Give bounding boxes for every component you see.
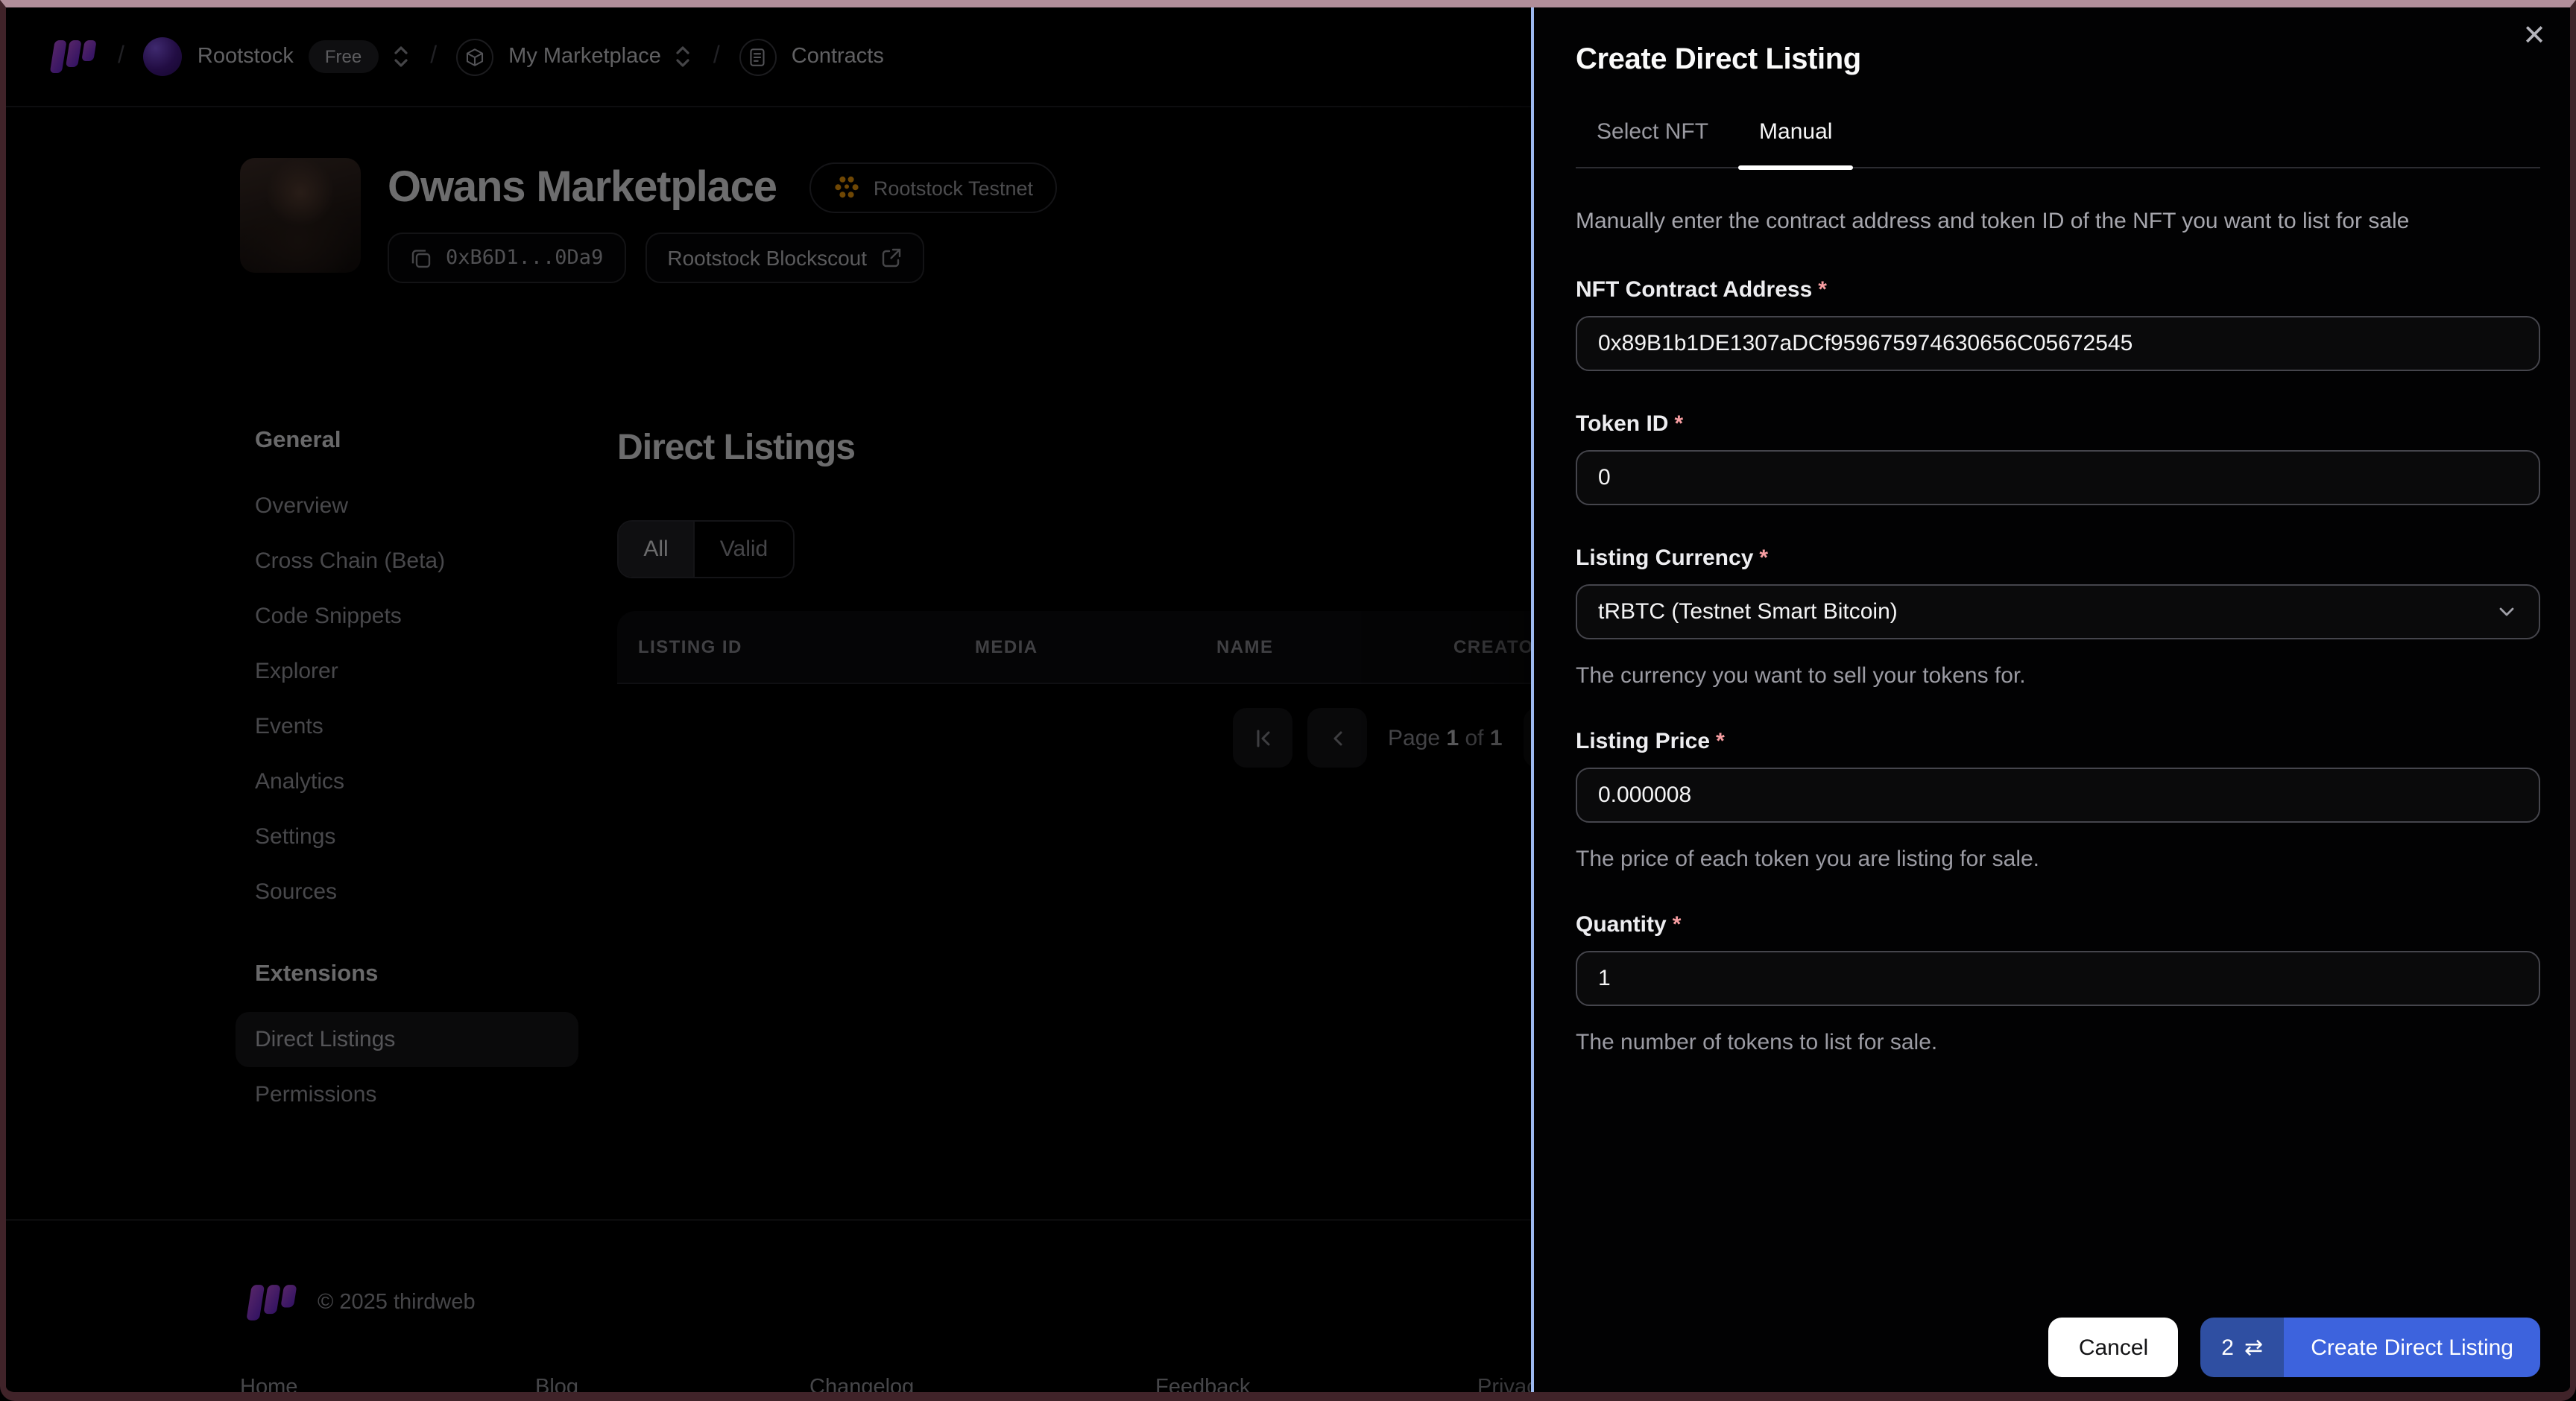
chevron-updown-icon[interactable] — [390, 43, 411, 70]
field-quantity: Quantity* The number of tokens to list f… — [1576, 913, 2540, 1056]
quantity-input[interactable] — [1576, 951, 2540, 1007]
drawer-description: Manually enter the contract address and … — [1576, 209, 2410, 234]
rootstock-dots-icon — [835, 176, 859, 198]
contract-document-icon — [739, 38, 777, 75]
filter-valid[interactable]: Valid — [693, 522, 793, 577]
copyright-text: © 2025 thirdweb — [318, 1291, 476, 1315]
contract-sidebar: General Overview Cross Chain (Beta) Code… — [236, 428, 578, 1219]
browser-window: / Rootstock Free / My Marketplace / Cont… — [0, 0, 2576, 1401]
field-helper-text: The price of each token you are listing … — [1576, 847, 2040, 873]
sidebar-group-extensions: Extensions — [255, 961, 379, 987]
sidebar-item-explorer[interactable]: Explorer — [236, 644, 578, 699]
section-name: Contracts — [791, 45, 884, 69]
page-indicator: Page 1 of 1 — [1388, 725, 1503, 750]
listings-filter-toggle: All Valid — [617, 520, 795, 578]
field-listing-price: Listing Price* The price of each token y… — [1576, 730, 2540, 873]
breadcrumb-separator: / — [713, 43, 720, 69]
thirdweb-logo-icon[interactable] — [45, 39, 98, 75]
required-asterisk: * — [1716, 729, 1725, 755]
field-nft-contract-address: NFT Contract Address * — [1576, 278, 2540, 372]
copy-address-button[interactable]: 0xB6D1...0Da9 — [388, 233, 626, 283]
selected-currency: tRBTC (Testnet Smart Bitcoin) — [1598, 599, 1898, 625]
field-label: NFT Contract Address * — [1576, 277, 1827, 303]
transaction-count: 2 — [2221, 1335, 2234, 1360]
sidebar-item-overview[interactable]: Overview — [236, 478, 578, 534]
chevron-down-icon — [2499, 608, 2514, 616]
create-direct-listing-button[interactable]: Create Direct Listing — [2284, 1318, 2540, 1377]
field-label: Token ID * — [1576, 411, 1684, 437]
required-asterisk: * — [1674, 411, 1684, 437]
sidebar-item-events[interactable]: Events — [236, 699, 578, 754]
nft-contract-address-input[interactable] — [1576, 316, 2540, 372]
footer-link-blog[interactable]: Blog — [535, 1376, 809, 1392]
close-icon[interactable]: ✕ — [2522, 22, 2546, 51]
marketplace-avatar-image — [240, 158, 361, 273]
drawer-tabs: Select NFT Manual — [1576, 101, 2540, 169]
breadcrumb-contracts[interactable]: Contracts — [739, 38, 884, 75]
sidebar-item-analytics[interactable]: Analytics — [236, 754, 578, 809]
sidebar-item-cross-chain[interactable]: Cross Chain (Beta) — [236, 534, 578, 589]
org-name: Rootstock — [197, 45, 294, 69]
breadcrumb-project[interactable]: My Marketplace — [456, 38, 694, 75]
swap-arrows-icon: ⇄ — [2244, 1334, 2264, 1361]
column-listing-id: LISTING ID — [638, 636, 742, 657]
copy-icon — [411, 249, 431, 268]
create-direct-listing-drawer: ✕ Create Direct Listing Select NFT Manua… — [1531, 7, 2570, 1392]
breadcrumb-separator: / — [430, 43, 438, 69]
column-media: MEDIA — [975, 636, 1038, 657]
required-asterisk: * — [1759, 545, 1769, 572]
field-listing-currency: Listing Currency * tRBTC (Testnet Smart B… — [1576, 546, 2540, 689]
footer-link-home[interactable]: Home — [240, 1376, 535, 1392]
breadcrumb-separator: / — [118, 43, 124, 69]
required-asterisk: * — [1672, 912, 1682, 938]
first-page-button[interactable] — [1233, 708, 1292, 768]
scale-wrapper: / Rootstock Free / My Marketplace / Cont… — [0, 0, 2576, 1401]
previous-page-button[interactable] — [1307, 708, 1367, 768]
explorer-link-label: Rootstock Blockscout — [667, 246, 868, 270]
sidebar-item-settings[interactable]: Settings — [236, 809, 578, 864]
drawer-actions: Cancel 2 ⇄ Create Direct Listing — [2048, 1318, 2540, 1377]
sidebar-group-general: General — [255, 428, 341, 453]
chevron-left-icon — [1333, 730, 1342, 745]
field-helper-text: The number of tokens to list for sale. — [1576, 1030, 1938, 1056]
org-avatar — [143, 37, 183, 76]
field-label: Listing Price * — [1576, 729, 1725, 755]
field-label: Quantity * — [1576, 912, 1682, 938]
footer-link-feedback[interactable]: Feedback — [1155, 1376, 1477, 1392]
field-token-id: Token ID * — [1576, 412, 2540, 506]
listing-price-input[interactable] — [1576, 768, 2540, 823]
project-name: My Marketplace — [508, 45, 661, 69]
explorer-link-button[interactable]: Rootstock Blockscout — [645, 233, 924, 283]
sidebar-item-direct-listings[interactable]: Direct Listings — [236, 1012, 578, 1067]
page-title: Owans Marketplace — [388, 163, 777, 211]
submit-button-group: 2 ⇄ Create Direct Listing — [2200, 1318, 2540, 1377]
tab-select-nft[interactable]: Select NFT — [1594, 101, 1711, 167]
first-page-icon — [1256, 729, 1269, 747]
network-badge[interactable]: Rootstock Testnet — [809, 162, 1057, 213]
thirdweb-footer-logo-icon — [240, 1283, 300, 1322]
breadcrumb-org[interactable]: Rootstock Free — [143, 37, 411, 76]
plan-badge: Free — [308, 40, 379, 73]
chevron-updown-icon[interactable] — [673, 43, 694, 70]
field-helper-text: The currency you want to sell your token… — [1576, 663, 2026, 689]
transaction-count-button[interactable]: 2 ⇄ — [2200, 1318, 2285, 1377]
tab-manual[interactable]: Manual — [1737, 101, 1854, 169]
filter-all[interactable]: All — [619, 522, 693, 577]
cube-icon — [456, 38, 494, 75]
required-asterisk: * — [1818, 277, 1827, 303]
sidebar-item-permissions[interactable]: Permissions — [236, 1067, 578, 1122]
sidebar-item-code-snippets[interactable]: Code Snippets — [236, 589, 578, 644]
field-label: Listing Currency * — [1576, 545, 1769, 572]
network-badge-label: Rootstock Testnet — [873, 177, 1033, 199]
token-id-input[interactable] — [1576, 450, 2540, 506]
cancel-button[interactable]: Cancel — [2048, 1318, 2179, 1377]
drawer-title: Create Direct Listing — [1576, 43, 1861, 76]
sidebar-item-sources[interactable]: Sources — [236, 864, 578, 920]
listing-currency-select[interactable]: tRBTC (Testnet Smart Bitcoin) — [1576, 584, 2540, 640]
external-link-icon — [881, 248, 900, 268]
footer-link-changelog[interactable]: Changelog — [809, 1376, 1155, 1392]
column-name: NAME — [1216, 636, 1274, 657]
contract-address-short: 0xB6D1...0Da9 — [446, 246, 604, 270]
